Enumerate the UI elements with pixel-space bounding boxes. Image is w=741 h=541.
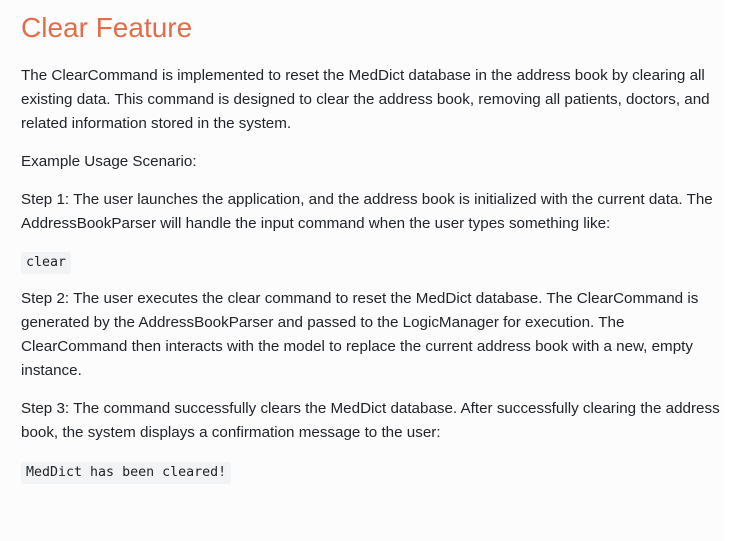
confirmation-message-code: MedDict has been cleared! — [21, 462, 232, 484]
confirmation-code-block: MedDict has been cleared! — [21, 462, 721, 484]
step-2-paragraph: Step 2: The user executes the clear comm… — [21, 290, 699, 379]
intro-paragraph: The ClearCommand is implemented to reset… — [21, 67, 710, 132]
step-3-paragraph: Step 3: The command successfully clears … — [21, 400, 720, 441]
clear-command-code: clear — [21, 252, 72, 274]
page: Clear Feature The ClearCommand is implem… — [0, 0, 741, 541]
step-1-paragraph: Step 1: The user launches the applicatio… — [21, 191, 713, 232]
example-heading: Example Usage Scenario: — [21, 153, 197, 170]
section-content: Clear Feature The ClearCommand is implem… — [21, 0, 721, 484]
section-title: Clear Feature — [21, 12, 193, 43]
command-code-block: clear — [21, 252, 721, 274]
